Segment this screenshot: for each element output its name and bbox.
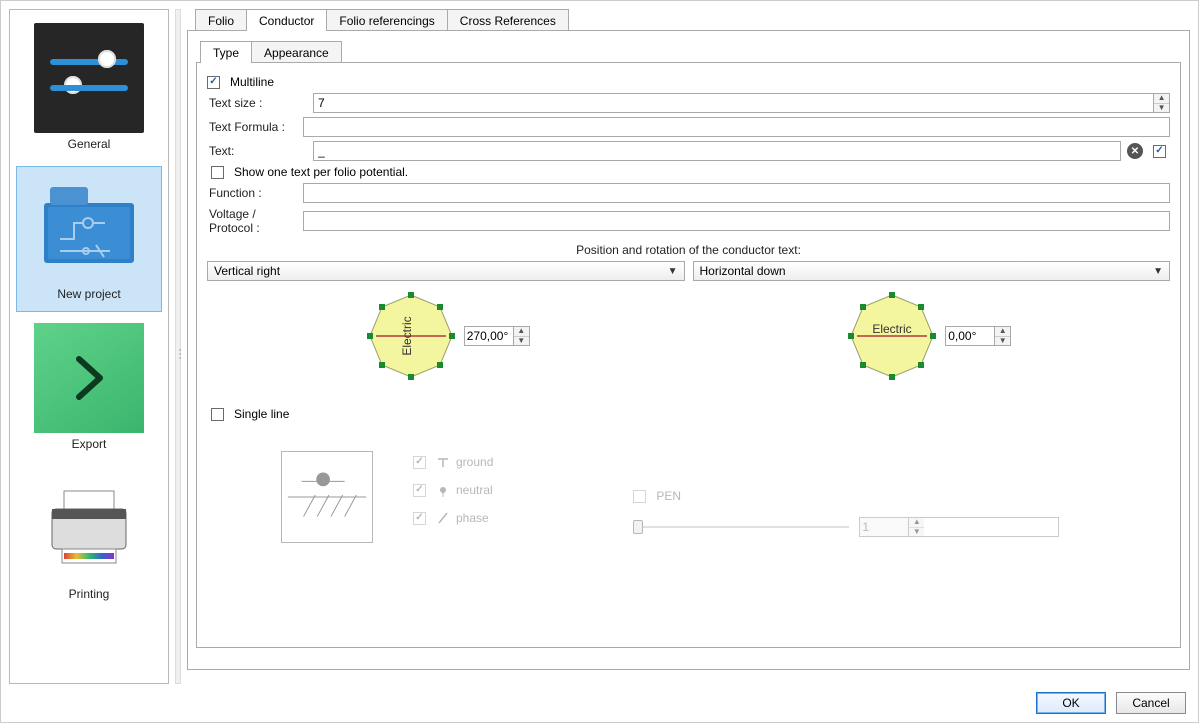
vertical-select[interactable]: Vertical right ▼ [207,261,685,281]
ground-icon [436,455,450,469]
content-area: Folio Conductor Folio referencings Cross… [187,9,1190,684]
neutral-icon [436,483,450,497]
function-input[interactable] [303,183,1170,203]
tab-appearance[interactable]: Appearance [251,41,342,63]
sidebar-item-general[interactable]: General [16,16,162,162]
text-size-label: Text size : [207,96,307,110]
sliders-icon [34,23,144,133]
singleline-checkbox[interactable] [211,408,224,421]
tab-folio-referencings[interactable]: Folio referencings [326,9,447,31]
sidebar-item-export[interactable]: Export [16,316,162,462]
vertical-angle-input[interactable] [465,327,513,345]
text-label: Text: [207,144,307,158]
phase-count-input [860,518,908,536]
singleline-diagram-icon [281,451,373,543]
phase-checkbox [413,512,426,525]
svg-text:Electric: Electric [873,322,912,336]
text-size-input[interactable] [313,93,1154,113]
phase-icon [436,511,450,525]
text-input[interactable] [313,141,1121,161]
multiline-checkbox[interactable] [207,76,220,89]
pen-checkbox [633,490,646,503]
horizontal-angle-input[interactable] [946,327,994,345]
cancel-button[interactable]: Cancel [1116,692,1186,714]
sidebar-item-label: General [68,137,111,151]
multiline-label: Multiline [230,75,274,89]
folder-circuit-icon [34,173,144,283]
rotation-dial-horizontal[interactable]: Electric [847,291,937,381]
text-formula-label: Text Formula : [207,120,297,134]
singleline-label: Single line [234,407,289,421]
voltage-label: Voltage / Protocol : [207,207,297,235]
pen-label: PEN [656,489,681,503]
neutral-label: neutral [456,483,493,497]
sidebar-item-label: Printing [69,587,110,601]
sidebar-item-label: Export [72,437,107,451]
position-heading: Position and rotation of the conductor t… [207,243,1170,257]
dialog-button-bar: OK Cancel [1,684,1198,722]
neutral-checkbox [413,484,426,497]
ground-label: ground [456,455,493,469]
horizontal-select[interactable]: Horizontal down ▼ [693,261,1171,281]
phase-count-slider [633,517,853,537]
phase-count-spinner: ▲▼ [859,517,1059,537]
printer-icon [34,473,144,583]
clear-text-icon[interactable]: ✕ [1127,143,1143,159]
function-label: Function : [207,186,297,200]
horizontal-angle-spinner[interactable]: ▲▼ [945,326,1011,346]
phase-label: phase [456,511,489,525]
tab-cross-references[interactable]: Cross References [447,9,569,31]
splitter-handle[interactable] [175,9,181,684]
show-one-checkbox[interactable] [211,166,224,179]
chevron-right-icon [34,323,144,433]
show-one-label: Show one text per folio potential. [234,165,408,179]
tab-conductor[interactable]: Conductor [246,9,327,31]
tab-folio[interactable]: Folio [195,9,247,31]
ok-button[interactable]: OK [1036,692,1106,714]
text-aux-checkbox[interactable] [1153,145,1166,158]
chevron-down-icon: ▼ [1149,266,1167,277]
sidebar-item-printing[interactable]: Printing [16,466,162,612]
ground-checkbox [413,456,426,469]
text-formula-input[interactable] [303,117,1170,137]
category-sidebar: General [9,9,169,684]
rotation-dial-vertical[interactable]: Electric [366,291,456,381]
sidebar-item-label: New project [57,287,120,301]
tab-type[interactable]: Type [200,41,252,63]
chevron-down-icon: ▼ [664,266,682,277]
voltage-input[interactable] [303,211,1170,231]
sidebar-item-new-project[interactable]: New project [16,166,162,312]
vertical-angle-spinner[interactable]: ▲▼ [464,326,530,346]
svg-text:Electric: Electric [400,316,414,355]
text-size-spinner[interactable]: ▲▼ [1154,93,1170,113]
